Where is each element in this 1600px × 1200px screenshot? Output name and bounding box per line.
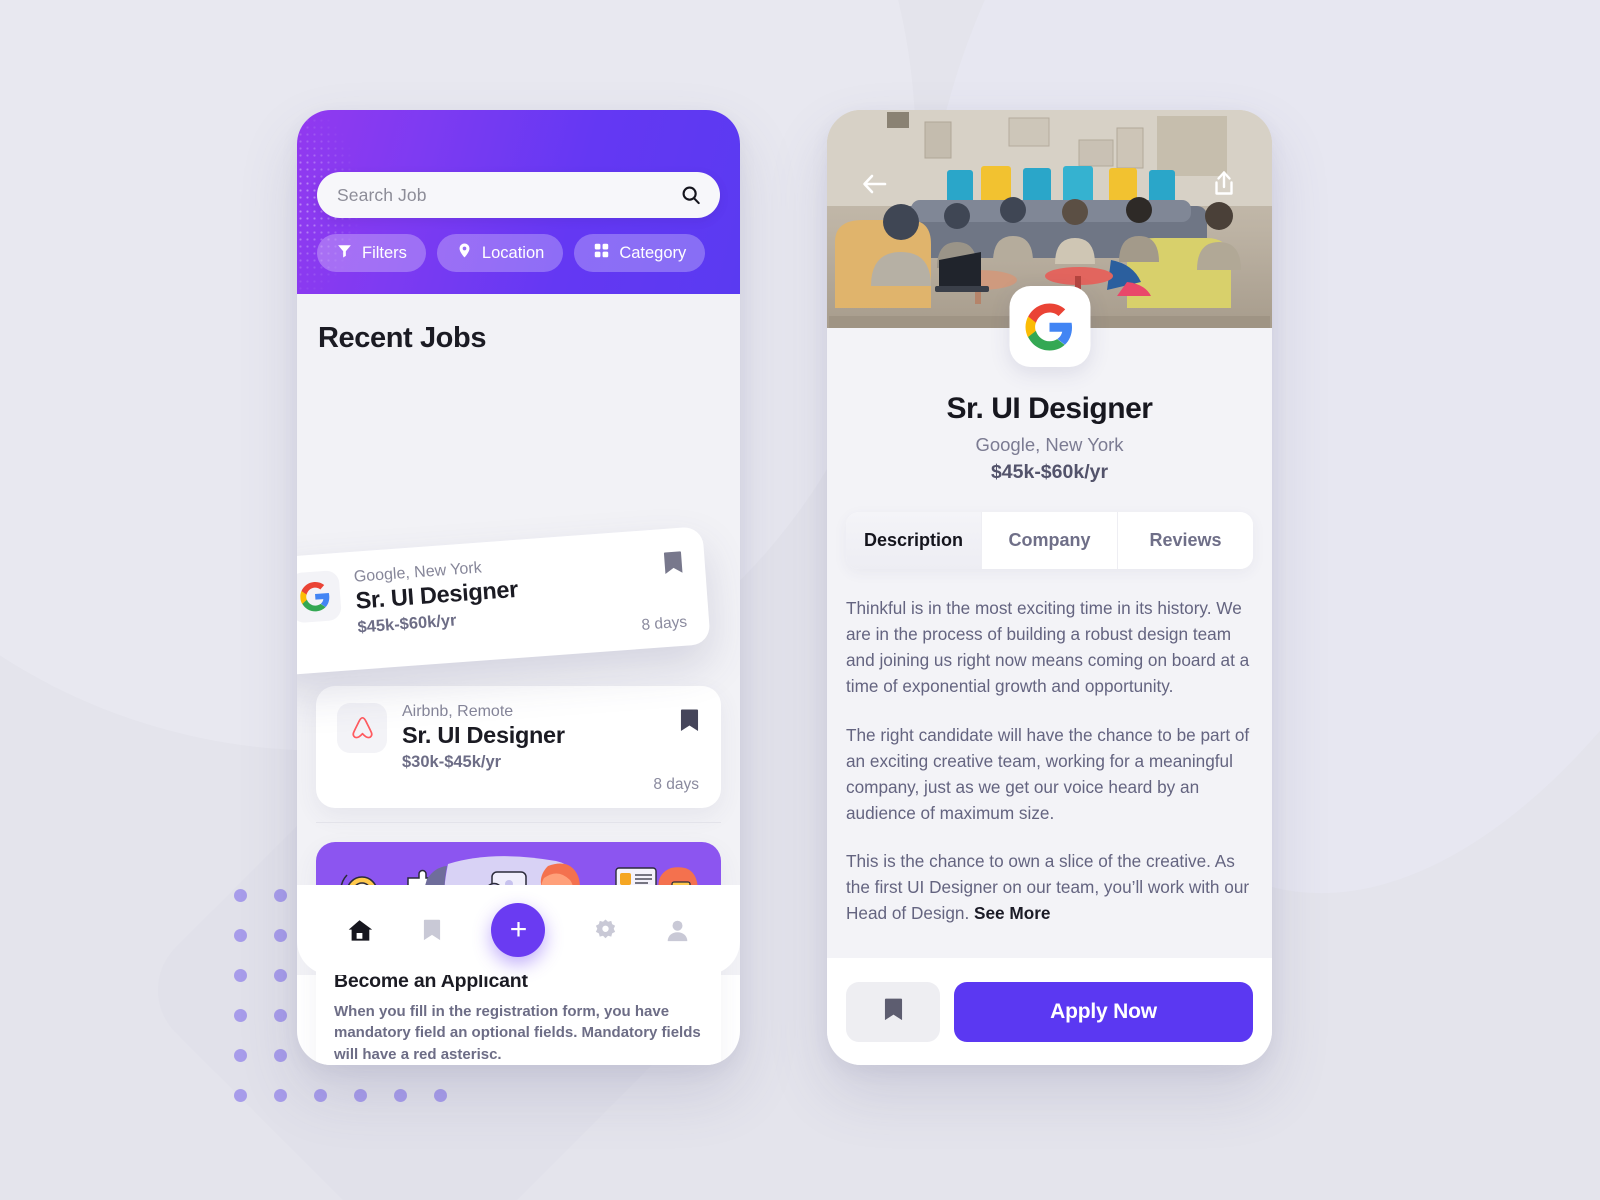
job-company: Airbnb, Remote bbox=[402, 703, 514, 720]
description-paragraph-1: Thinkful is in the most exciting time in… bbox=[846, 598, 1250, 697]
search-input[interactable]: Search Job bbox=[317, 172, 720, 218]
dot bbox=[234, 969, 247, 982]
dot bbox=[234, 929, 247, 942]
job-company: Google, New York bbox=[975, 434, 1124, 455]
chip-filters[interactable]: Filters bbox=[317, 234, 426, 272]
promo-body-text: When you fill in the registration form, … bbox=[334, 1003, 701, 1063]
search-header: Search Job Filters Location Category bbox=[297, 110, 740, 294]
map-pin-icon bbox=[456, 242, 473, 264]
search-placeholder: Search Job bbox=[337, 184, 427, 205]
filter-chip-row: Filters Location Category bbox=[317, 234, 720, 272]
gear-icon[interactable] bbox=[592, 917, 618, 943]
apply-now-button[interactable]: Apply Now bbox=[954, 981, 1253, 1042]
job-salary: $45k-$60k/yr bbox=[990, 461, 1109, 483]
job-title: Sr. UI Designer bbox=[402, 722, 565, 748]
chip-category-label: Category bbox=[619, 243, 687, 262]
home-icon[interactable] bbox=[346, 917, 372, 943]
dot bbox=[274, 1009, 287, 1022]
description-content: Thinkful is in the most exciting time in… bbox=[827, 569, 1272, 927]
google-logo bbox=[1009, 286, 1090, 367]
job-list-body: Recent Jobs Google, New York Sr. UI Desi… bbox=[297, 294, 740, 1065]
job-info: Google, New York Sr. UI Designer $45k-$6… bbox=[353, 557, 523, 670]
dot bbox=[274, 1089, 287, 1102]
job-posted: 8 days bbox=[640, 613, 688, 634]
dot bbox=[274, 889, 287, 902]
bookmark-icon bbox=[884, 997, 903, 1027]
dot bbox=[234, 1049, 247, 1062]
airbnb-logo bbox=[337, 703, 387, 753]
dot bbox=[234, 889, 247, 902]
phone-job-detail: Sr. UI Designer Google, New York $45k-$6… bbox=[827, 110, 1272, 1065]
see-more-link[interactable]: See More bbox=[974, 903, 1050, 923]
chip-location-label: Location bbox=[481, 243, 545, 262]
bookmark-icon[interactable] bbox=[419, 917, 445, 943]
detail-tabs: Description Company Reviews bbox=[846, 512, 1253, 569]
description-paragraph-3: This is the chance to own a slice of the… bbox=[846, 848, 1253, 926]
dot bbox=[394, 1089, 407, 1102]
tab-reviews[interactable]: Reviews bbox=[1117, 512, 1253, 569]
chip-location[interactable]: Location bbox=[436, 234, 564, 272]
bookmark-icon[interactable] bbox=[680, 708, 699, 733]
person-icon[interactable] bbox=[665, 917, 691, 943]
dot bbox=[274, 1049, 287, 1062]
dot bbox=[234, 1009, 247, 1022]
dot bbox=[274, 969, 287, 982]
bottom-navigation: + bbox=[297, 885, 740, 975]
grid-icon bbox=[593, 242, 610, 264]
job-info: Airbnb, Remote Sr. UI Designer $30k-$45k… bbox=[402, 703, 565, 808]
description-paragraph-2: The right candidate will have the chance… bbox=[846, 724, 1250, 823]
job-salary: $30k-$45k/yr bbox=[402, 753, 502, 771]
page-title: Recent Jobs bbox=[318, 322, 487, 354]
share-icon[interactable] bbox=[1210, 170, 1238, 198]
save-job-button[interactable] bbox=[846, 981, 940, 1042]
dot bbox=[434, 1089, 447, 1102]
job-detail-body: Sr. UI Designer Google, New York $45k-$6… bbox=[827, 328, 1272, 1065]
dot bbox=[234, 1089, 247, 1102]
tab-company[interactable]: Company bbox=[981, 512, 1117, 569]
table-row[interactable]: Google, New York Sr. UI Designer $45k-$6… bbox=[297, 526, 711, 676]
chip-filters-label: Filters bbox=[362, 243, 407, 262]
job-posted: 8 days bbox=[653, 776, 699, 793]
google-logo bbox=[297, 569, 342, 624]
filter-icon bbox=[336, 242, 353, 264]
table-row[interactable]: Airbnb, Remote Sr. UI Designer $30k-$45k… bbox=[316, 686, 721, 808]
search-icon[interactable] bbox=[680, 184, 702, 206]
phone-job-list: Search Job Filters Location Category Rec… bbox=[297, 110, 740, 1065]
dot bbox=[354, 1089, 367, 1102]
chip-category[interactable]: Category bbox=[574, 234, 706, 272]
dot bbox=[274, 929, 287, 942]
plus-icon[interactable]: + bbox=[491, 903, 546, 957]
tab-description[interactable]: Description bbox=[846, 512, 981, 569]
dot bbox=[314, 1089, 327, 1102]
arrow-left-icon[interactable] bbox=[861, 170, 889, 198]
detail-footer: Apply Now bbox=[827, 958, 1272, 1065]
bookmark-icon[interactable] bbox=[663, 550, 684, 576]
list-divider bbox=[316, 822, 721, 823]
